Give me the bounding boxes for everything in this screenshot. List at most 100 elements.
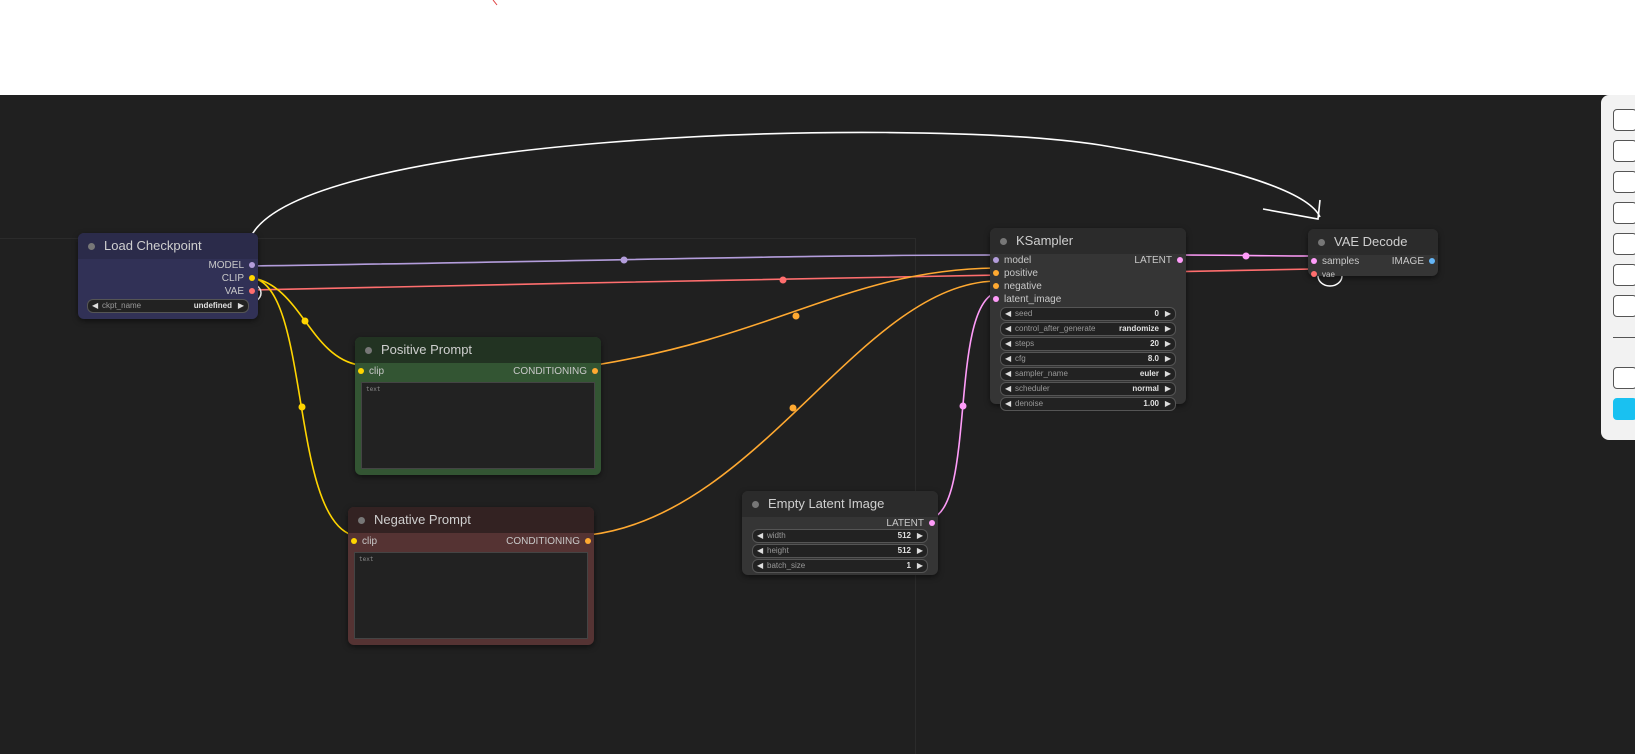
widget-height[interactable]: ◀ height 512 ▶	[752, 544, 928, 558]
decrement-arrow-icon[interactable]: ◀	[1005, 308, 1011, 320]
clip-input-dot-icon[interactable]	[358, 368, 364, 374]
widget-label: height	[767, 546, 789, 555]
widget-width[interactable]: ◀ width 512 ▶	[752, 529, 928, 543]
image-output-dot-icon[interactable]	[1429, 258, 1435, 264]
increment-arrow-icon[interactable]: ▶	[1165, 308, 1171, 320]
conditioning-output-dot-icon[interactable]	[585, 538, 591, 544]
negative-prompt-node[interactable]: Negative Prompt clip CONDITIONING text	[348, 507, 594, 645]
widget-steps[interactable]: ◀ steps 20 ▶	[1000, 337, 1176, 351]
widget-label: control_after_generate	[1015, 324, 1096, 333]
increment-arrow-icon[interactable]: ▶	[917, 545, 923, 557]
decrement-arrow-icon[interactable]: ◀	[1005, 353, 1011, 365]
widget-ckpt-name[interactable]: ◀ ckpt_name undefined ▶	[87, 299, 249, 313]
widget-cfg[interactable]: ◀ cfg 8.0 ▶	[1000, 352, 1176, 366]
widget-sampler-name[interactable]: ◀ sampler_name euler ▶	[1000, 367, 1176, 381]
output-slot-clip[interactable]: CLIP	[78, 272, 258, 285]
increment-arrow-icon[interactable]: ▶	[1165, 323, 1171, 335]
widget-label: batch_size	[767, 561, 806, 570]
output-slot-vae[interactable]: VAE	[78, 285, 258, 298]
node-title-text: Negative Prompt	[374, 512, 471, 527]
vae-decode-title[interactable]: VAE Decode	[1308, 229, 1438, 255]
decrement-arrow-icon[interactable]: ◀	[1005, 323, 1011, 335]
slot-label: negative	[1004, 281, 1042, 292]
conditioning-output-dot-icon[interactable]	[592, 368, 598, 374]
input-slot-samples[interactable]: samples IMAGE	[1308, 255, 1438, 268]
vae-decode-node[interactable]: VAE Decode samples IMAGE vae	[1308, 229, 1438, 279]
vae-output-dot-icon[interactable]	[249, 288, 255, 294]
input-slot-positive[interactable]: positive	[990, 267, 1186, 280]
load-checkpoint-title[interactable]: Load Checkpoint	[78, 233, 258, 259]
collapse-dot-icon[interactable]	[1318, 239, 1325, 246]
negative-text-input[interactable]: text	[354, 552, 588, 639]
vae-input-dot-icon[interactable]	[1311, 271, 1317, 277]
latent-input-dot-icon[interactable]	[993, 296, 999, 302]
graph-canvas[interactable]: Load Checkpoint MODEL CLIP VAE ◀ ckpt_na…	[0, 95, 1635, 754]
collapse-dot-icon[interactable]	[1000, 238, 1007, 245]
widget-scheduler[interactable]: ◀ scheduler normal ▶	[1000, 382, 1176, 396]
annotation-mark	[492, 0, 498, 6]
empty-latent-image-node[interactable]: Empty Latent Image LATENT ◀ width 512 ▶ …	[742, 491, 938, 575]
toolbar-button-8-icon[interactable]	[1613, 367, 1635, 389]
toolbar-button-6-icon[interactable]	[1613, 264, 1635, 286]
positive-prompt-title[interactable]: Positive Prompt	[355, 337, 601, 363]
decrement-arrow-icon[interactable]: ◀	[1005, 383, 1011, 395]
increment-arrow-icon[interactable]: ▶	[1165, 353, 1171, 365]
collapse-dot-icon[interactable]	[752, 501, 759, 508]
decrement-arrow-icon[interactable]: ◀	[92, 300, 98, 312]
toolbar-button-9-icon[interactable]	[1613, 398, 1635, 420]
input-slot-latent-image[interactable]: latent_image	[990, 293, 1186, 306]
samples-input-dot-icon[interactable]	[1311, 258, 1317, 264]
clip-input-dot-icon[interactable]	[351, 538, 357, 544]
slot-label: CLIP	[221, 273, 244, 284]
increment-arrow-icon[interactable]: ▶	[917, 530, 923, 542]
increment-arrow-icon[interactable]: ▶	[1165, 398, 1171, 410]
widget-seed[interactable]: ◀ seed 0 ▶	[1000, 307, 1176, 321]
load-checkpoint-node[interactable]: Load Checkpoint MODEL CLIP VAE ◀ ckpt_na…	[78, 233, 258, 319]
positive-input-dot-icon[interactable]	[993, 270, 999, 276]
collapse-dot-icon[interactable]	[88, 243, 95, 250]
toolbar-button-2-icon[interactable]	[1613, 140, 1635, 162]
input-slot-negative[interactable]: negative	[990, 280, 1186, 293]
positive-prompt-node[interactable]: Positive Prompt clip CONDITIONING text	[355, 337, 601, 475]
decrement-arrow-icon[interactable]: ◀	[1005, 368, 1011, 380]
toolbar-button-1-icon[interactable]	[1613, 109, 1635, 131]
empty-latent-title[interactable]: Empty Latent Image	[742, 491, 938, 517]
collapse-dot-icon[interactable]	[365, 347, 372, 354]
widget-batch-size[interactable]: ◀ batch_size 1 ▶	[752, 559, 928, 573]
widget-value: normal	[1132, 384, 1159, 393]
increment-arrow-icon[interactable]: ▶	[238, 300, 244, 312]
widget-denoise[interactable]: ◀ denoise 1.00 ▶	[1000, 397, 1176, 411]
increment-arrow-icon[interactable]: ▶	[1165, 338, 1171, 350]
latent-output-dot-icon[interactable]	[929, 520, 935, 526]
negative-input-dot-icon[interactable]	[993, 283, 999, 289]
decrement-arrow-icon[interactable]: ◀	[757, 560, 763, 572]
increment-arrow-icon[interactable]: ▶	[1165, 368, 1171, 380]
model-output-dot-icon[interactable]	[249, 262, 255, 268]
widget-control-after-generate[interactable]: ◀ control_after_generate randomize ▶	[1000, 322, 1176, 336]
model-input-dot-icon[interactable]	[993, 257, 999, 263]
ksampler-title[interactable]: KSampler	[990, 228, 1186, 254]
widget-value: 1.00	[1143, 399, 1159, 408]
conditioning-output-label: CONDITIONING	[506, 536, 580, 547]
toolbar-button-3-icon[interactable]	[1613, 171, 1635, 193]
decrement-arrow-icon[interactable]: ◀	[757, 545, 763, 557]
toolbar-button-7-icon[interactable]	[1613, 295, 1635, 317]
toolbar-button-4-icon[interactable]	[1613, 202, 1635, 224]
decrement-arrow-icon[interactable]: ◀	[1005, 398, 1011, 410]
positive-io-row: clip CONDITIONING	[355, 365, 601, 378]
increment-arrow-icon[interactable]: ▶	[917, 560, 923, 572]
input-slot-model[interactable]: model LATENT	[990, 254, 1186, 267]
negative-prompt-title[interactable]: Negative Prompt	[348, 507, 594, 533]
output-slot-model[interactable]: MODEL	[78, 259, 258, 272]
input-slot-vae[interactable]: vae	[1308, 268, 1438, 281]
clip-output-dot-icon[interactable]	[249, 275, 255, 281]
increment-arrow-icon[interactable]: ▶	[1165, 383, 1171, 395]
latent-output-dot-icon[interactable]	[1177, 257, 1183, 263]
toolbar-button-5-icon[interactable]	[1613, 233, 1635, 255]
collapse-dot-icon[interactable]	[358, 517, 365, 524]
decrement-arrow-icon[interactable]: ◀	[757, 530, 763, 542]
positive-text-input[interactable]: text	[361, 382, 595, 469]
decrement-arrow-icon[interactable]: ◀	[1005, 338, 1011, 350]
widget-label: steps	[1015, 339, 1035, 348]
ksampler-node[interactable]: KSampler model LATENT positive negative …	[990, 228, 1186, 411]
